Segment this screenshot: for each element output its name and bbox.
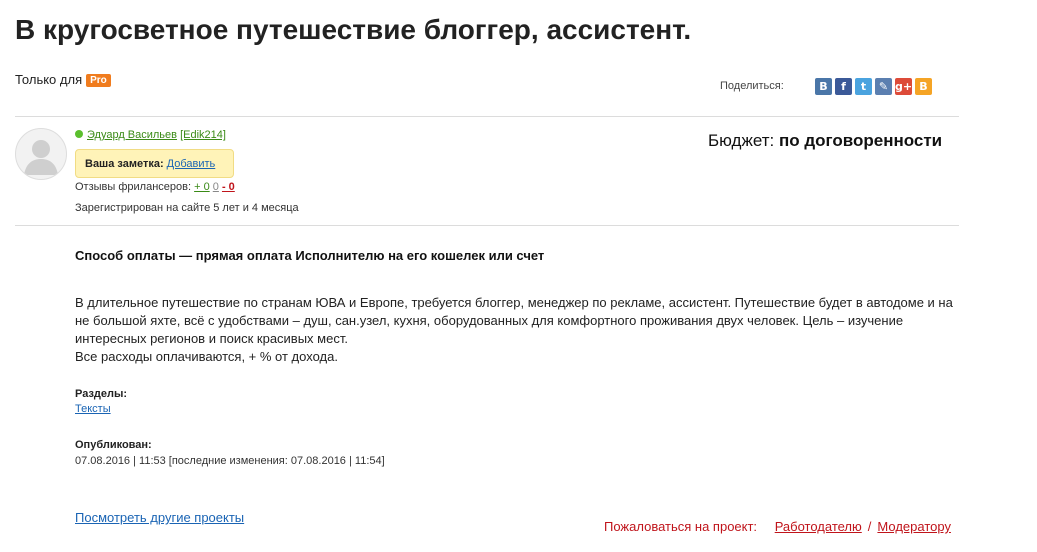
share-icons: Вf t ✎ g+ B [815, 78, 932, 95]
livejournal-icon[interactable]: ✎ [875, 78, 892, 95]
avatar[interactable] [15, 128, 67, 180]
other-projects-link[interactable]: Посмотреть другие проекты [75, 510, 244, 525]
note-label: Ваша заметка: [85, 157, 164, 170]
google-plus-icon[interactable]: g+ [895, 78, 912, 95]
reviews-label: Отзывы фрилансеров: [75, 181, 192, 193]
author-line: Эдуард Васильев [Edik214] [75, 129, 226, 141]
complaint-label: Пожаловаться на проект: [604, 519, 758, 534]
add-note-link[interactable]: Добавить [167, 158, 216, 170]
page-title: В кругосветное путешествие блоггер, асси… [15, 14, 692, 45]
budget: Бюджет: по договоренности [708, 131, 942, 151]
online-status-icon [75, 130, 83, 138]
user-silhouette-icon [24, 140, 58, 175]
budget-value: по договоренности [778, 131, 943, 150]
freelancer-reviews: Отзывы фрилансеров: + 0 0 - 0 [75, 181, 235, 193]
only-for-label: Только для [15, 72, 83, 87]
payment-method: Способ оплаты — прямая оплата Исполнител… [75, 248, 545, 263]
author-name-link[interactable]: Эдуард Васильев [87, 129, 177, 141]
note-box: Ваша заметка: Добавить [75, 149, 234, 178]
author-login-link[interactable]: [Edik214] [180, 129, 226, 141]
complain-to-moderator-link[interactable]: Модератору [877, 519, 951, 534]
divider [15, 225, 959, 226]
description-paragraph: В длительное путешествие по странам ЮВА … [75, 295, 953, 346]
budget-label: Бюджет: [708, 131, 775, 150]
description-paragraph: Все расходы оплачиваются, + % от дохода. [75, 349, 338, 364]
reviews-negative-link[interactable]: - 0 [222, 181, 235, 193]
facebook-icon[interactable]: f [835, 78, 852, 95]
project-description: В длительное путешествие по странам ЮВА … [75, 294, 965, 366]
only-for-pro: Только для Pro [15, 72, 111, 87]
sections-label: Разделы: [75, 388, 128, 400]
reviews-neutral-link[interactable]: 0 [213, 181, 219, 193]
divider [15, 116, 959, 117]
published-date: 07.08.2016 | 11:53 [последние изменения:… [75, 455, 385, 467]
complaint-block: Пожаловаться на проект: Работодателю / Мод… [604, 519, 951, 534]
complain-to-employer-link[interactable]: Работодателю [775, 519, 862, 534]
section-link-texts[interactable]: Тексты [75, 403, 111, 415]
share-label: Поделиться: [720, 80, 784, 92]
vkontakte-icon[interactable]: В [815, 78, 832, 95]
reviews-positive-link[interactable]: + 0 [194, 181, 210, 193]
blogger-icon[interactable]: B [915, 78, 932, 95]
published-label: Опубликован: [75, 439, 152, 451]
registration-info: Зарегистрирован на сайте 5 лет и 4 месяц… [75, 202, 299, 214]
twitter-icon[interactable]: t [855, 78, 872, 95]
pro-badge[interactable]: Pro [86, 74, 111, 87]
complaint-separator: / [867, 519, 872, 534]
